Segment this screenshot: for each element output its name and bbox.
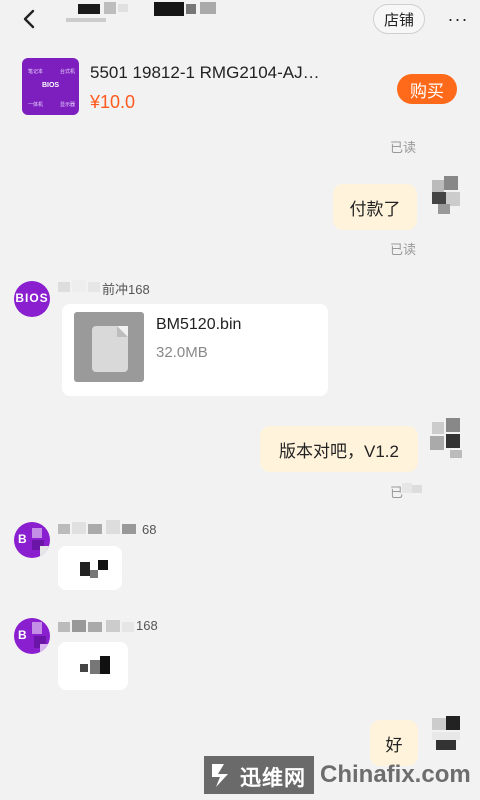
top-bar: 店铺 ··· — [0, 0, 480, 40]
chevron-left-icon — [23, 9, 35, 29]
image-message[interactable] — [58, 546, 122, 590]
thumb-label: 一体机 — [28, 102, 44, 108]
chat-title-redacted — [66, 0, 226, 24]
sender-name-redacted — [58, 618, 138, 634]
my-avatar[interactable] — [428, 418, 466, 460]
image-redacted — [76, 652, 116, 680]
product-card[interactable]: 笔记本 台式机 BIOS 一体机 显示器 5501 19812-1 RMG210… — [10, 46, 470, 124]
my-avatar[interactable] — [430, 714, 468, 756]
product-thumbnail[interactable]: 笔记本 台式机 BIOS 一体机 显示器 — [22, 58, 79, 115]
more-options-icon[interactable]: ··· — [444, 6, 472, 32]
back-button[interactable] — [14, 4, 44, 34]
buy-button[interactable]: 购买 — [397, 74, 457, 104]
watermark-en: Chinafix.com — [320, 761, 471, 788]
image-redacted — [76, 556, 112, 582]
file-size: 32.0MB — [156, 344, 208, 361]
my-message-bubble[interactable]: 付款了 — [333, 184, 417, 230]
seller-avatar[interactable]: BIOS — [14, 281, 50, 317]
thumb-title: BIOS — [41, 82, 60, 89]
watermark-cn: 迅维网 — [240, 767, 306, 790]
my-avatar[interactable] — [428, 174, 466, 216]
image-message[interactable] — [58, 642, 128, 690]
sender-name: 168 — [136, 618, 158, 633]
thumb-label: 显示器 — [60, 102, 76, 108]
seller-avatar[interactable]: B — [14, 522, 50, 558]
store-button[interactable]: 店铺 — [373, 4, 425, 34]
read-status: 已读 — [390, 242, 417, 257]
product-name: 5501 19812-1 RMG2104-AJ… — [90, 63, 320, 82]
product-price: ¥10.0 — [90, 92, 136, 112]
thumb-label: 台式机 — [60, 69, 76, 75]
file-name: BM5120.bin — [156, 316, 242, 333]
file-attachment[interactable]: BM5120.bin 32.0MB — [62, 304, 328, 396]
sender-name-redacted — [58, 520, 148, 536]
seller-avatar[interactable]: B — [14, 618, 50, 654]
sender-name-redacted — [58, 280, 102, 294]
logo-icon — [212, 764, 228, 787]
my-message-bubble[interactable]: 版本对吧，V1.2 — [260, 426, 418, 472]
thumb-label: 笔记本 — [28, 69, 44, 75]
seller-avatar-text: BIOS — [15, 291, 49, 305]
read-status: 已读 — [390, 140, 417, 155]
sender-name: 68 — [142, 522, 157, 537]
watermark-logo: 迅维网 — [204, 756, 314, 794]
file-icon — [74, 312, 144, 382]
sender-name: 前冲168 — [102, 282, 150, 297]
read-status-redacted — [402, 483, 422, 495]
watermark: 迅维网 Chinafix.com — [204, 756, 476, 794]
